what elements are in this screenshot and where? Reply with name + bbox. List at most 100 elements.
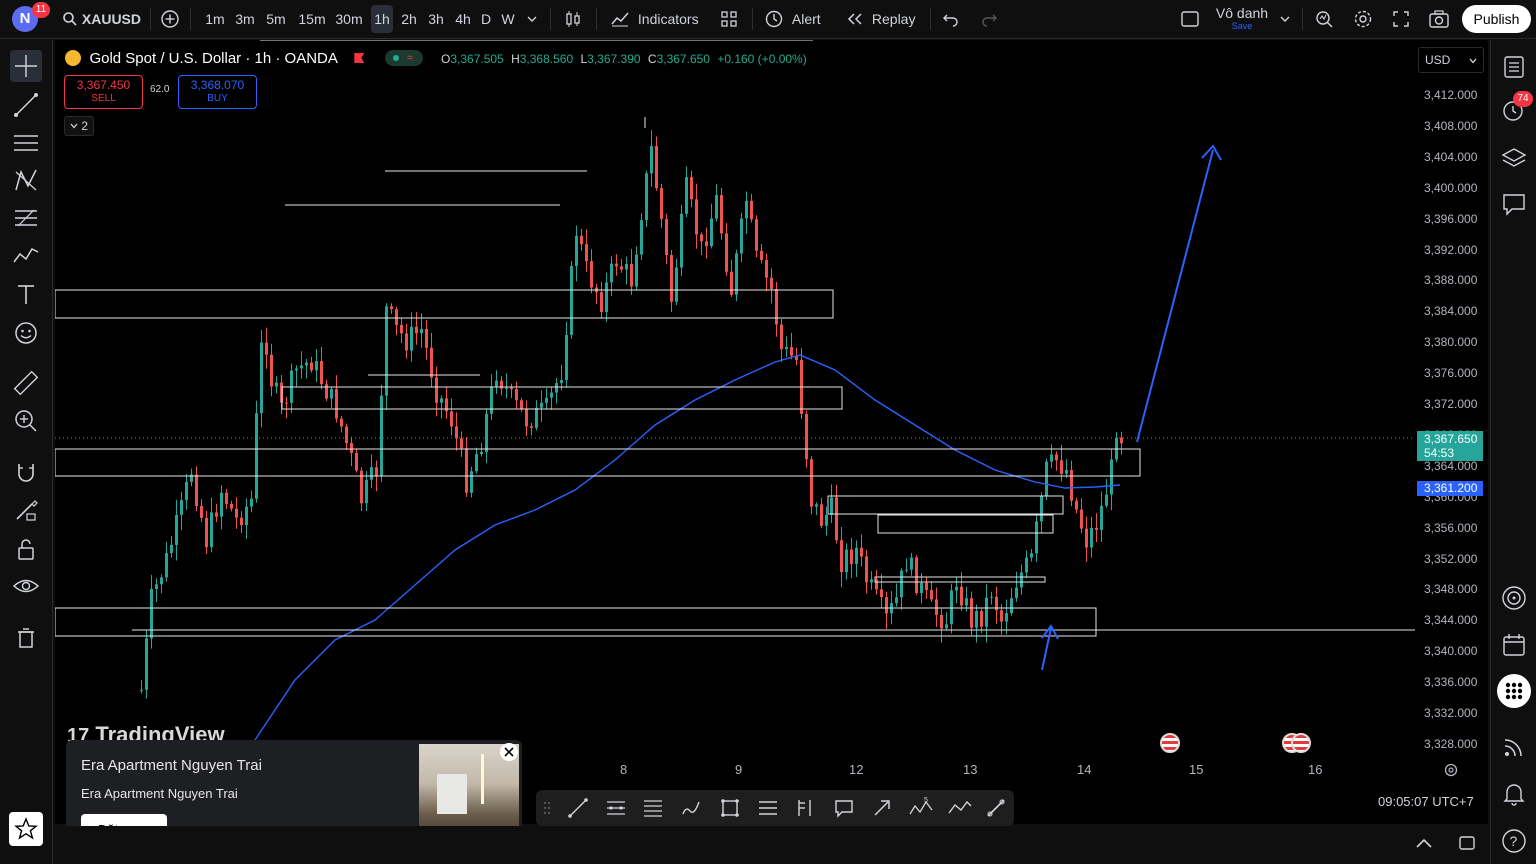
rectangle-icon[interactable] [719, 797, 741, 819]
bounce-arrow-line [1041, 627, 1052, 671]
candle-body [690, 177, 693, 200]
help-button[interactable]: ? [1499, 826, 1529, 856]
candle-body [310, 362, 313, 371]
timeframe-30m[interactable]: 30m [334, 5, 364, 33]
emoji-tool[interactable] [10, 317, 42, 349]
timeframe-D[interactable]: D [479, 5, 493, 33]
technicals-button[interactable] [1499, 583, 1529, 613]
candle-body [390, 306, 393, 310]
ruler-measure-icon[interactable] [985, 797, 1007, 819]
trend-line-icon[interactable] [567, 797, 589, 819]
chevron-up-icon[interactable] [1415, 836, 1433, 850]
candle-body [195, 474, 198, 506]
fib-tool[interactable] [10, 202, 42, 234]
undo-icon[interactable] [942, 10, 960, 28]
zoom-tool[interactable] [10, 405, 42, 437]
horizontal-lines-tool[interactable] [10, 127, 42, 159]
prediction-tool[interactable] [10, 240, 42, 272]
callout-icon[interactable] [833, 797, 855, 819]
drag-handle-icon[interactable] [542, 800, 552, 816]
symbol-search[interactable]: XAUUSD [62, 8, 142, 30]
templates-icon[interactable] [719, 9, 739, 29]
fullscreen-icon[interactable] [1391, 9, 1411, 29]
text-tool[interactable] [10, 278, 42, 310]
wave-icon: ≈ [406, 52, 413, 64]
remove-drawings-tool[interactable] [10, 622, 42, 654]
lock-drawings-tool[interactable] [10, 533, 42, 565]
quick-search-icon[interactable] [1314, 9, 1334, 29]
chat-button[interactable] [1499, 189, 1529, 219]
layout-name[interactable]: Vô danh Save [1212, 5, 1272, 31]
timeframe-2h[interactable]: 2h [398, 5, 420, 33]
layout-chevron-icon[interactable] [1279, 13, 1291, 25]
fib-retracement-icon[interactable] [642, 797, 664, 819]
ad-image-light [481, 754, 484, 804]
candle-body [630, 264, 633, 287]
trend-line-tool[interactable] [10, 89, 42, 121]
candle-body [645, 173, 648, 221]
currency-select[interactable]: USD [1418, 47, 1484, 73]
sell-button[interactable]: 3,367.450 SELL [64, 75, 143, 109]
timeframe-4h[interactable]: 4h [452, 5, 474, 33]
crosshair-tool[interactable] [10, 50, 42, 82]
us-event-flag[interactable] [1160, 733, 1180, 753]
timeframe-W[interactable]: W [499, 5, 517, 33]
parallel-channel-icon[interactable] [605, 797, 627, 819]
us-event-flag[interactable] [1291, 733, 1311, 753]
panel-maximize-icon[interactable] [1458, 834, 1476, 852]
alert-button[interactable]: Alert [764, 8, 830, 30]
chevron-down-icon[interactable] [526, 13, 538, 25]
timeframe-3m[interactable]: 3m [233, 5, 257, 33]
clock-display[interactable]: 09:05:07 UTC+7 [1378, 794, 1474, 809]
stay-drawing-tool[interactable] [10, 494, 42, 526]
calendar-button[interactable] [1499, 630, 1529, 660]
apps-button[interactable] [1497, 674, 1531, 708]
arrow-draw-icon[interactable] [871, 797, 893, 819]
chart-pane[interactable]: Gold Spot / U.S. Dollar · 1h · OANDA ≈ O… [55, 40, 1488, 824]
alerts-button[interactable]: 74 [1499, 91, 1533, 125]
long-position-icon[interactable] [794, 797, 816, 819]
layout-square-icon[interactable] [1180, 10, 1200, 28]
ad-close-button[interactable] [500, 743, 518, 761]
watchlist-button[interactable] [1499, 52, 1529, 82]
notifications-button[interactable] [1499, 778, 1529, 808]
streams-button[interactable] [1499, 732, 1529, 762]
ad-title[interactable]: Era Apartment Nguyen Trai [81, 757, 262, 774]
indicators-button[interactable]: Indicators [610, 8, 706, 30]
pattern-tool[interactable] [10, 164, 42, 196]
elliott-wave-icon[interactable]: 5 [908, 796, 934, 820]
candle-type-icon[interactable] [563, 9, 583, 29]
add-symbol-icon[interactable] [160, 9, 180, 29]
buy-button[interactable]: 3,368.070 BUY [178, 75, 257, 109]
object-tree-button[interactable] [1499, 143, 1529, 173]
magnet-tool[interactable] [10, 456, 42, 488]
path-icon[interactable] [947, 797, 973, 819]
timeframe-15m[interactable]: 15m [297, 5, 327, 33]
market-status-pill[interactable]: ≈ [384, 50, 423, 66]
candle-body [950, 590, 953, 625]
replay-button[interactable]: Replay [846, 8, 918, 30]
brush-icon[interactable] [680, 797, 702, 819]
timeframe-3h[interactable]: 3h [425, 5, 447, 33]
candle-body [455, 426, 458, 439]
indicators-collapse[interactable]: 2 [64, 116, 94, 136]
candle-body [940, 615, 943, 629]
hide-drawings-tool[interactable] [10, 570, 42, 602]
camera-icon[interactable] [1428, 9, 1450, 29]
redo-icon[interactable] [980, 10, 998, 28]
symbol-title[interactable]: Gold Spot / U.S. Dollar · 1h · OANDA [89, 50, 337, 67]
publish-button[interactable]: Publish [1462, 5, 1531, 33]
timeframe-1h[interactable]: 1h [371, 5, 393, 33]
layout-save-label: Save [1231, 21, 1253, 31]
timeframe-1m[interactable]: 1m [203, 5, 227, 33]
candle-body [765, 259, 768, 278]
candle-body [825, 514, 828, 526]
timeframe-5m[interactable]: 5m [264, 5, 288, 33]
chart-settings-icon[interactable] [1443, 762, 1459, 778]
settings-icon[interactable] [1353, 9, 1373, 29]
ruler-tool[interactable] [10, 367, 42, 399]
candle-body [1025, 557, 1028, 573]
favorites-tool[interactable] [9, 812, 43, 846]
price-chart[interactable] [55, 40, 1488, 824]
horizontal-lines-icon[interactable] [757, 797, 779, 819]
